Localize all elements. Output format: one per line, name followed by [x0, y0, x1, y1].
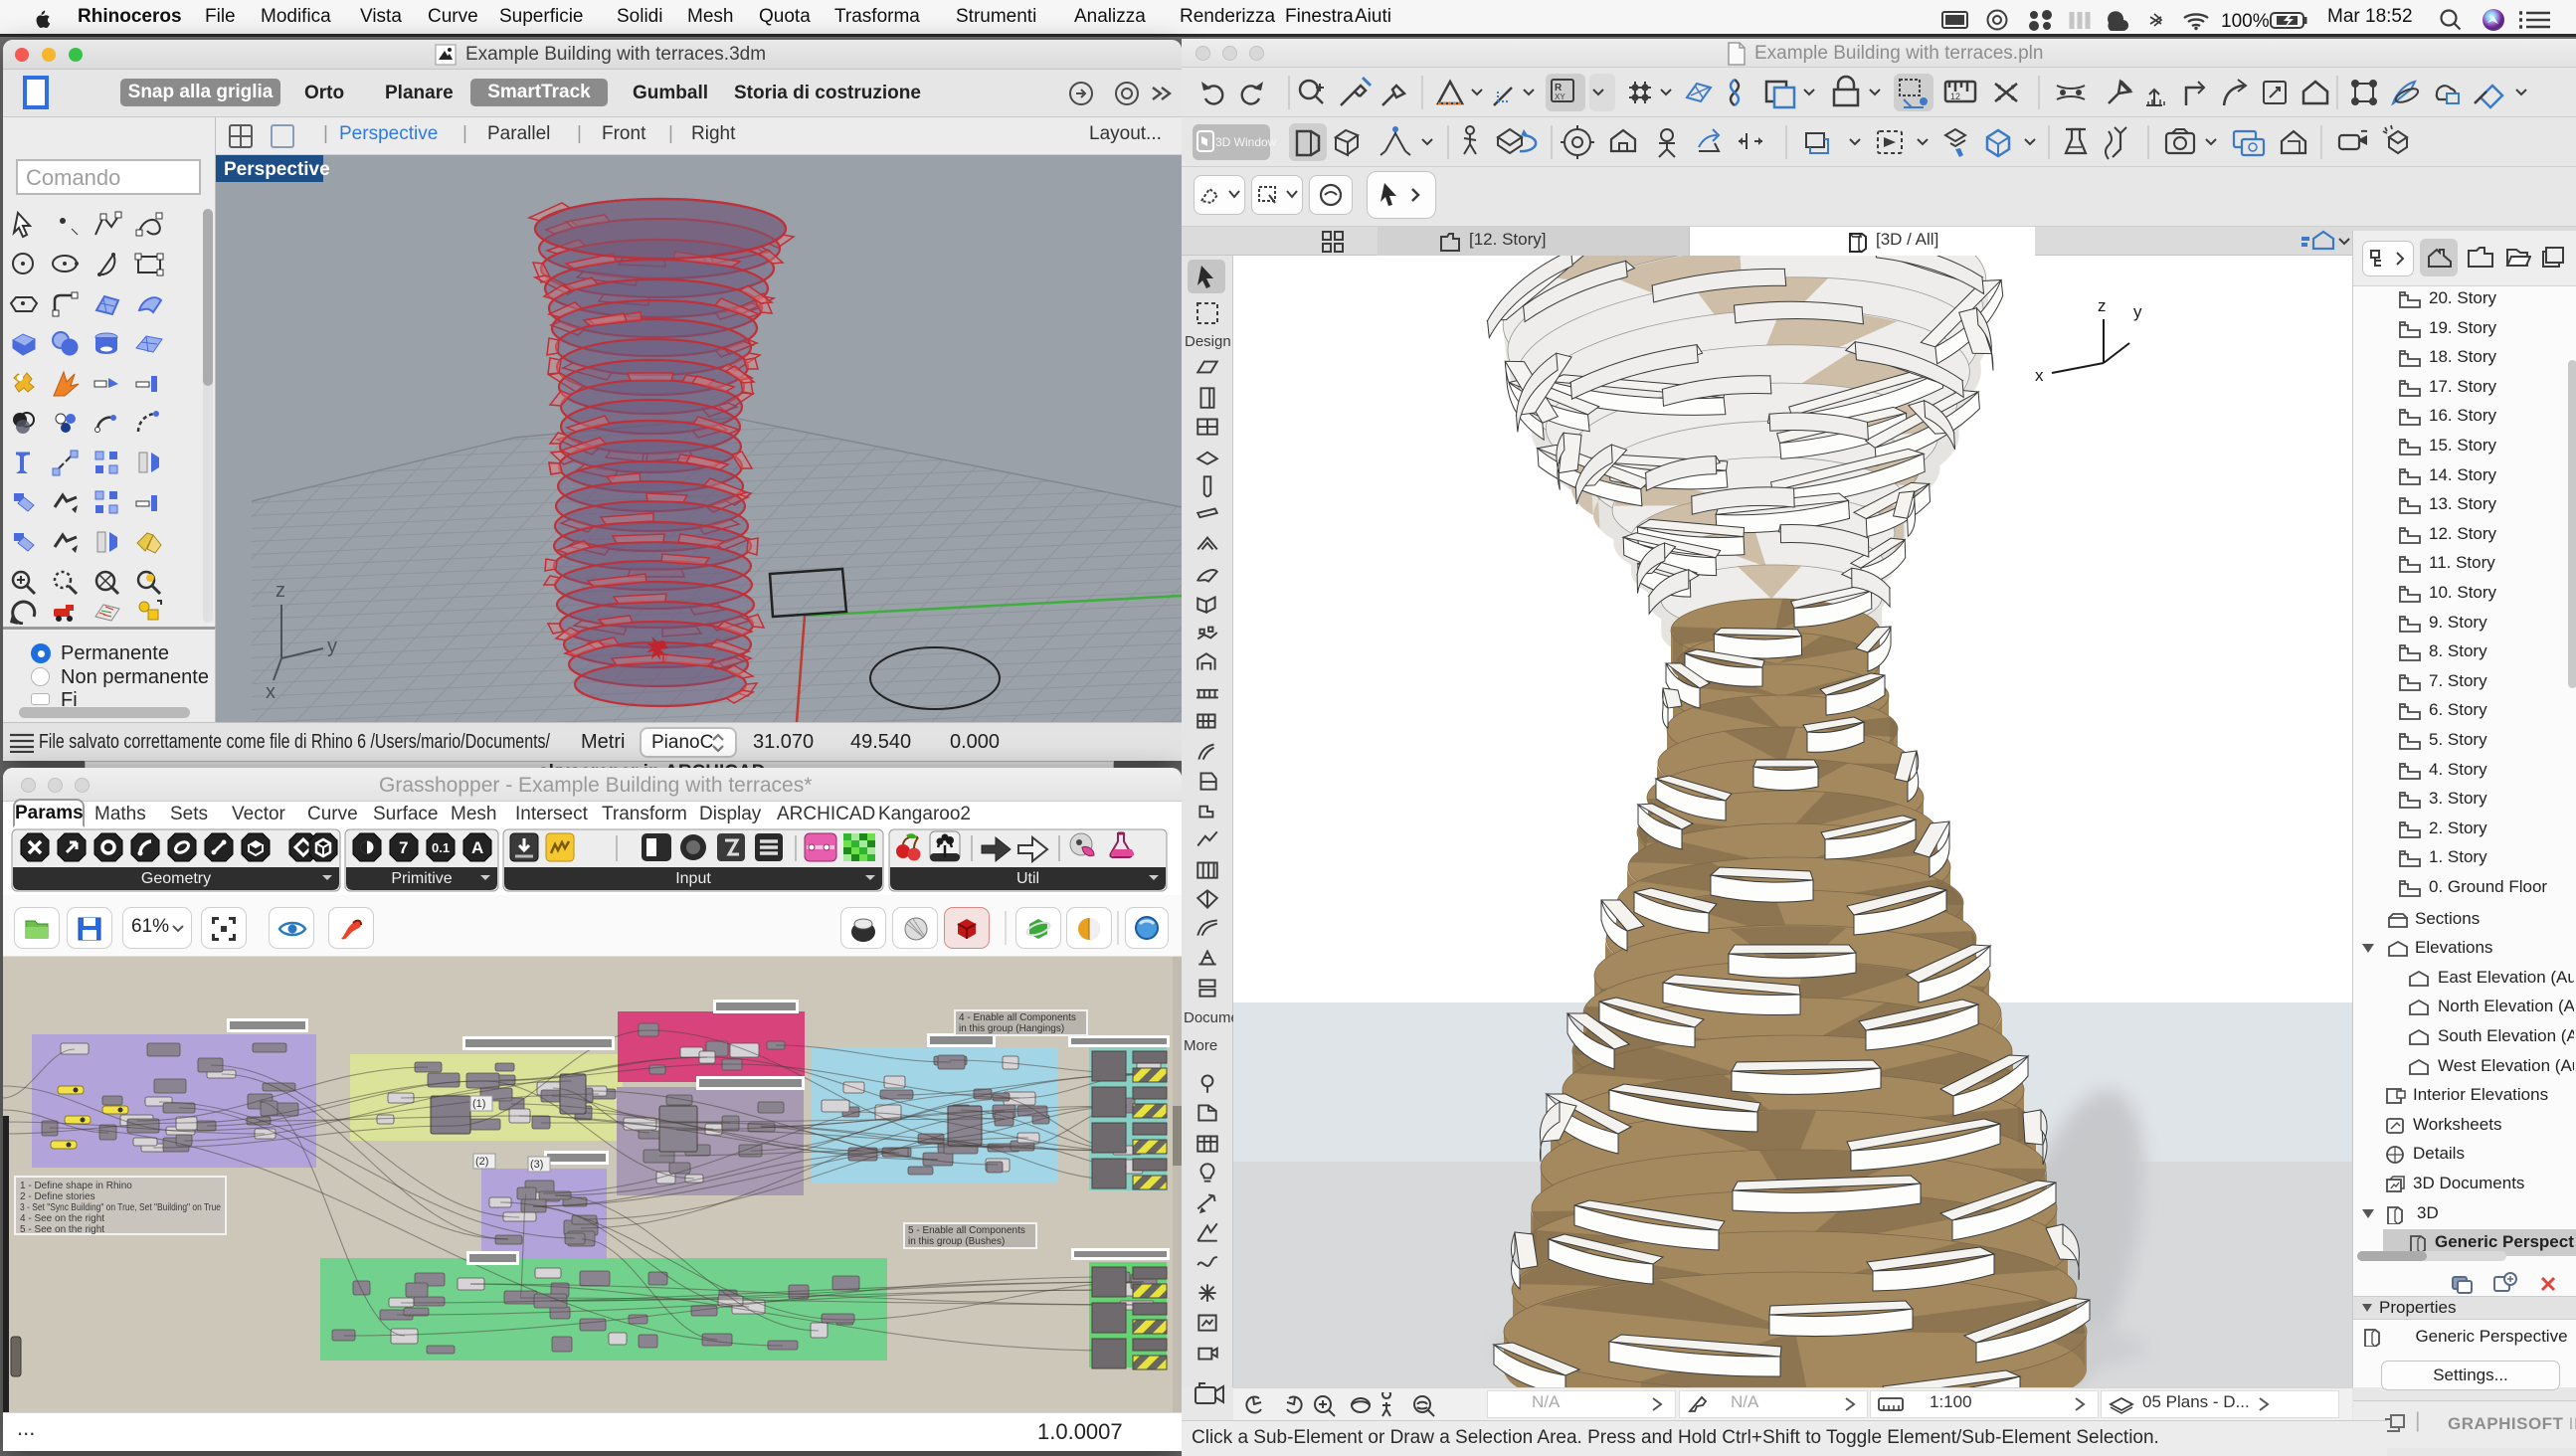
svg-text:4 - Enable all Components: 4 - Enable all Components [959, 1012, 1076, 1023]
svg-text:x: x [2035, 366, 2044, 385]
svg-text:Input: Input [675, 870, 711, 887]
svg-text:3 - Set "Sync Building" on Tru: 3 - Set "Sync Building" on True, Set "Bu… [20, 1202, 221, 1213]
svg-text:4 - See on the right: 4 - See on the right [20, 1213, 104, 1224]
svg-text:12: 12 [1950, 91, 1960, 101]
svg-text:7: 7 [399, 838, 408, 857]
svg-text:0.1: 0.1 [432, 840, 450, 855]
svg-text:(1): (1) [472, 1098, 485, 1110]
svg-text:z: z [276, 580, 285, 602]
svg-text:2 - Define stories: 2 - Define stories [20, 1191, 95, 1202]
svg-text:(3): (3) [530, 1159, 543, 1171]
svg-text:in this group (Hangings): in this group (Hangings) [959, 1023, 1064, 1034]
svg-text:y: y [2133, 302, 2142, 321]
svg-text:3D Window: 3D Window [1215, 135, 1277, 149]
svg-text:z: z [2098, 296, 2107, 315]
svg-text:in this group (Bushes): in this group (Bushes) [908, 1236, 1005, 1247]
svg-text:Perspective: Perspective [224, 159, 330, 180]
svg-text:x: x [266, 681, 276, 703]
svg-text:100%: 100% [2221, 11, 2270, 32]
svg-text:Util: Util [1016, 870, 1039, 887]
svg-text:5 - Enable all Components: 5 - Enable all Components [908, 1225, 1025, 1236]
svg-text:1 - Define shape in Rhino: 1 - Define shape in Rhino [20, 1181, 132, 1191]
svg-text:Primitive: Primitive [391, 870, 452, 887]
svg-text:y: y [327, 636, 337, 657]
svg-text:Geometry: Geometry [141, 870, 211, 887]
svg-text:XY: XY [1555, 92, 1565, 101]
svg-text:5 - See on the right: 5 - See on the right [20, 1224, 104, 1235]
svg-text:A: A [471, 838, 483, 857]
svg-text:(2): (2) [475, 1156, 488, 1168]
